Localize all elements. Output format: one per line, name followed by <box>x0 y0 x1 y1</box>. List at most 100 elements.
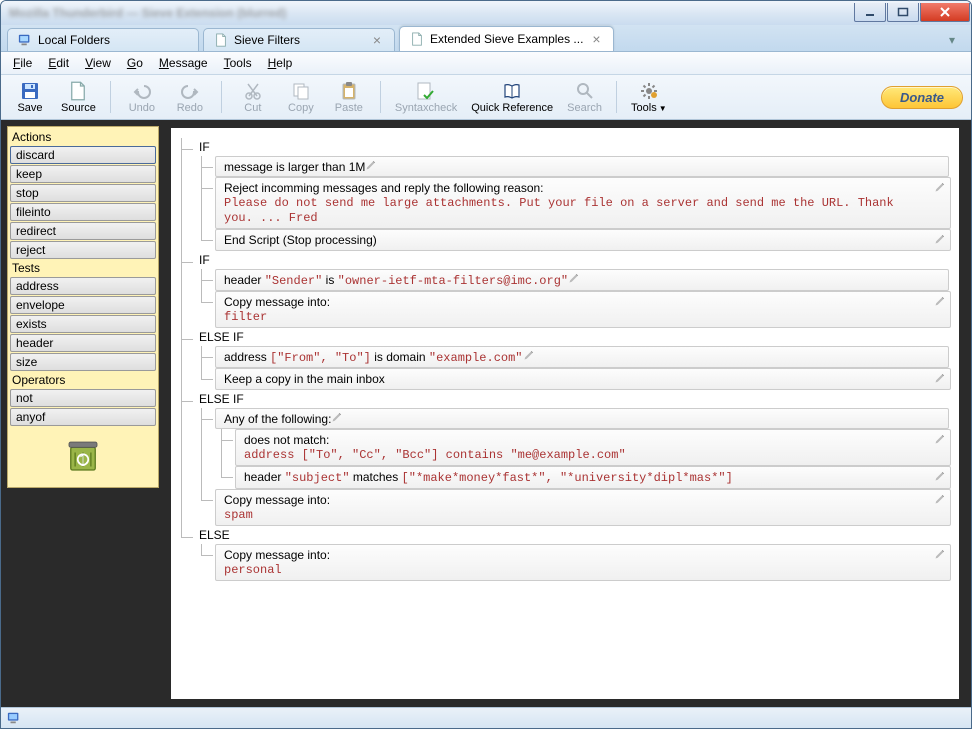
menu-help[interactable]: Help <box>260 54 301 72</box>
pencil-icon[interactable] <box>568 273 580 287</box>
palette-item-envelope[interactable]: envelope <box>10 296 156 314</box>
menu-go[interactable]: Go <box>119 54 151 72</box>
copy-icon <box>291 81 311 101</box>
tab-sieve-filters[interactable]: Sieve Filters × <box>203 28 395 51</box>
tabstrip-dropdown-icon[interactable]: ▾ <box>949 33 965 49</box>
tab-close-icon[interactable]: × <box>589 32 603 46</box>
toolbar-label: Search <box>567 102 602 114</box>
toolbar-save-button[interactable]: Save <box>9 79 51 116</box>
maximize-button[interactable] <box>887 3 919 22</box>
editor-block: IFmessage is larger than 1MReject incomm… <box>175 138 951 251</box>
titlebar: Mozilla Thunderbird — Sieve Extension (b… <box>1 1 971 25</box>
palette-item-keep[interactable]: keep <box>10 165 156 183</box>
toolbar-separator <box>380 81 381 113</box>
sidebar-palette: Actionsdiscardkeepstopfileintoredirectre… <box>7 126 159 488</box>
palette-item-fileinto[interactable]: fileinto <box>10 203 156 221</box>
condition-row[interactable]: message is larger than 1M <box>215 156 949 177</box>
condition-row[interactable]: header "Sender" is "owner-ietf-mta-filte… <box>215 269 949 291</box>
keyword-else-if: ELSE IF <box>195 328 951 346</box>
editor-pane[interactable]: IF message is larger than 1MReject incomm… <box>171 128 959 699</box>
editor-block: ELSECopy message into:personal <box>175 526 951 581</box>
close-button[interactable] <box>920 3 970 22</box>
palette-group-operators: Operators <box>10 372 156 388</box>
palette-item-header[interactable]: header <box>10 334 156 352</box>
editor-row[interactable]: End Script (Stop processing) <box>215 229 951 251</box>
toolbar-label: Redo <box>177 102 203 114</box>
minimize-button[interactable] <box>854 3 886 22</box>
toolbar-copy-button: Copy <box>280 79 322 116</box>
editor-row[interactable]: Copy message into:spam <box>215 489 951 526</box>
pencil-icon[interactable] <box>934 233 946 248</box>
editor-row[interactable]: Keep a copy in the main inbox <box>215 368 951 390</box>
keyword-else-if: ELSE IF <box>195 390 951 408</box>
toolbar-search-button: Search <box>563 79 606 116</box>
pencil-icon[interactable] <box>934 493 946 508</box>
pencil-icon[interactable] <box>934 181 946 196</box>
pencil-icon[interactable] <box>934 295 946 310</box>
toolbar-label: Syntaxcheck <box>395 102 457 114</box>
toolbar-tools-button[interactable]: Tools▼ <box>627 79 671 116</box>
palette-item-address[interactable]: address <box>10 277 156 295</box>
trash-dropzone[interactable] <box>10 427 156 485</box>
pencil-icon[interactable] <box>934 548 946 563</box>
editor-block: ELSE IFAny of the following:does not mat… <box>175 390 951 526</box>
cut-icon <box>243 81 263 101</box>
toolbar-source-button[interactable]: Source <box>57 79 100 116</box>
pencil-icon[interactable] <box>365 160 377 174</box>
palette-item-discard[interactable]: discard <box>10 146 156 164</box>
palette-item-anyof[interactable]: anyof <box>10 408 156 426</box>
tab-label: Local Folders <box>38 33 188 47</box>
editor-row[interactable]: header "subject" matches ["*make*money*f… <box>235 466 951 489</box>
palette-item-reject[interactable]: reject <box>10 241 156 259</box>
palette-item-size[interactable]: size <box>10 353 156 371</box>
menu-message[interactable]: Message <box>151 54 216 72</box>
editor-row[interactable]: does not match:address ["To", "Cc", "Bcc… <box>235 429 951 466</box>
menu-file[interactable]: File <box>5 54 40 72</box>
tab-label: Sieve Filters <box>234 33 364 47</box>
palette-item-not[interactable]: not <box>10 389 156 407</box>
pencil-icon[interactable] <box>523 350 535 364</box>
editor-row[interactable]: Copy message into:personal <box>215 544 951 581</box>
tab-local-folders[interactable]: Local Folders <box>7 28 199 51</box>
statusbar <box>1 707 971 728</box>
tab-close-icon[interactable]: × <box>370 33 384 47</box>
window-title-blurred: Mozilla Thunderbird — Sieve Extension (b… <box>9 6 846 20</box>
pencil-icon[interactable] <box>934 433 946 448</box>
toolbar-label: Tools▼ <box>631 102 667 114</box>
tabstrip: Local FoldersSieve Filters×Extended Siev… <box>1 25 971 52</box>
menu-tools[interactable]: Tools <box>216 54 260 72</box>
donate-button[interactable]: Donate <box>881 86 963 109</box>
palette-group-tests: Tests <box>10 260 156 276</box>
disk-icon <box>20 81 40 101</box>
toolbar-quickref-button[interactable]: Quick Reference <box>467 79 557 116</box>
app-window: Mozilla Thunderbird — Sieve Extension (b… <box>0 0 972 729</box>
palette-item-stop[interactable]: stop <box>10 184 156 202</box>
condition-row[interactable]: address ["From", "To"] is domain "exampl… <box>215 346 949 368</box>
toolbar: Save Source Undo Redo Cut Copy Paste Syntaxchec… <box>1 75 971 120</box>
condition-row[interactable]: Any of the following: <box>215 408 949 429</box>
toolbar-label: Paste <box>335 102 363 114</box>
pencil-icon[interactable] <box>934 372 946 387</box>
palette-item-redirect[interactable]: redirect <box>10 222 156 240</box>
menu-edit[interactable]: Edit <box>40 54 77 72</box>
keyword-if: IF <box>195 251 951 269</box>
palette-item-exists[interactable]: exists <box>10 315 156 333</box>
keyword-else: ELSE <box>195 526 951 544</box>
tab-label: Extended Sieve Examples ... <box>430 32 583 46</box>
editor-row[interactable]: Reject incomming messages and reply the … <box>215 177 951 229</box>
search-icon <box>575 81 595 101</box>
toolbar-label: Quick Reference <box>471 102 553 114</box>
pencil-icon[interactable] <box>934 470 946 485</box>
toolbar-separator <box>110 81 111 113</box>
toolbar-undo-button: Undo <box>121 79 163 116</box>
toolbar-label: Save <box>17 102 42 114</box>
toolbar-separator <box>616 81 617 113</box>
book-icon <box>502 81 522 101</box>
toolbar-label: Cut <box>244 102 261 114</box>
pencil-icon[interactable] <box>331 412 343 426</box>
editor-block: IFheader "Sender" is "owner-ietf-mta-fil… <box>175 251 951 328</box>
menubar: FileEditViewGoMessageToolsHelp <box>1 52 971 75</box>
tab-extended-sieve-examples-[interactable]: Extended Sieve Examples ... × <box>399 26 614 51</box>
editor-row[interactable]: Copy message into:filter <box>215 291 951 328</box>
menu-view[interactable]: View <box>77 54 119 72</box>
